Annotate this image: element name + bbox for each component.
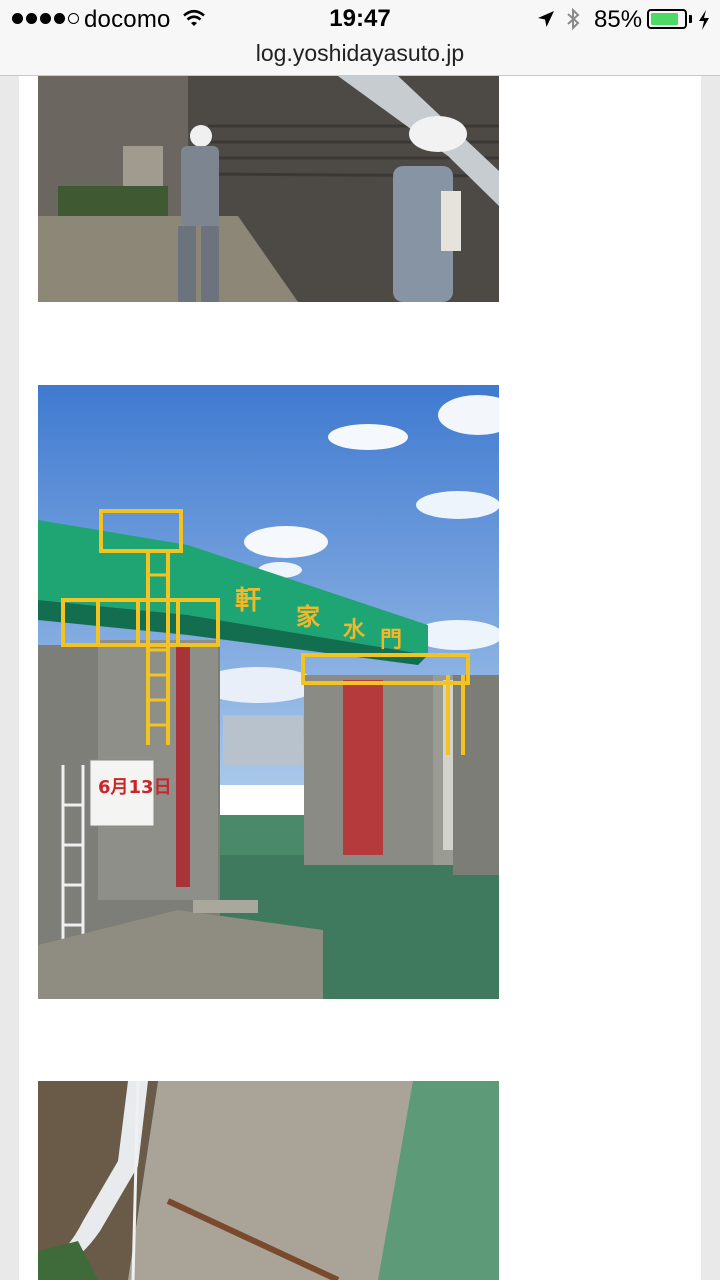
battery-icon — [647, 9, 687, 29]
sign-date-text: 6月13日 — [98, 777, 172, 798]
article-photo-dock[interactable] — [38, 1081, 499, 1280]
gate-name-char-4: 門 — [380, 628, 402, 653]
article-content[interactable]: 軒 家 水 門 6月13日 — [19, 76, 701, 1280]
gate-name-char-3: 水 — [343, 618, 366, 643]
article-photo-workers[interactable] — [38, 76, 499, 302]
bluetooth-icon — [567, 7, 580, 31]
battery-tip — [689, 15, 692, 23]
gate-name-char-2: 家 — [296, 603, 320, 631]
battery-level-fill — [651, 13, 678, 25]
status-bar: docomo 19:47 85% — [0, 0, 720, 40]
browser-address-bar[interactable]: log.yoshidayasuto.jp — [0, 40, 720, 76]
location-arrow-icon — [538, 11, 554, 27]
battery-percent: 85% — [594, 6, 643, 33]
gate-name-char-1: 軒 — [235, 585, 261, 616]
article-photo-gate[interactable]: 軒 家 水 門 6月13日 — [38, 385, 499, 999]
charging-bolt-icon — [699, 10, 709, 30]
url-text[interactable]: log.yoshidayasuto.jp — [0, 40, 720, 66]
